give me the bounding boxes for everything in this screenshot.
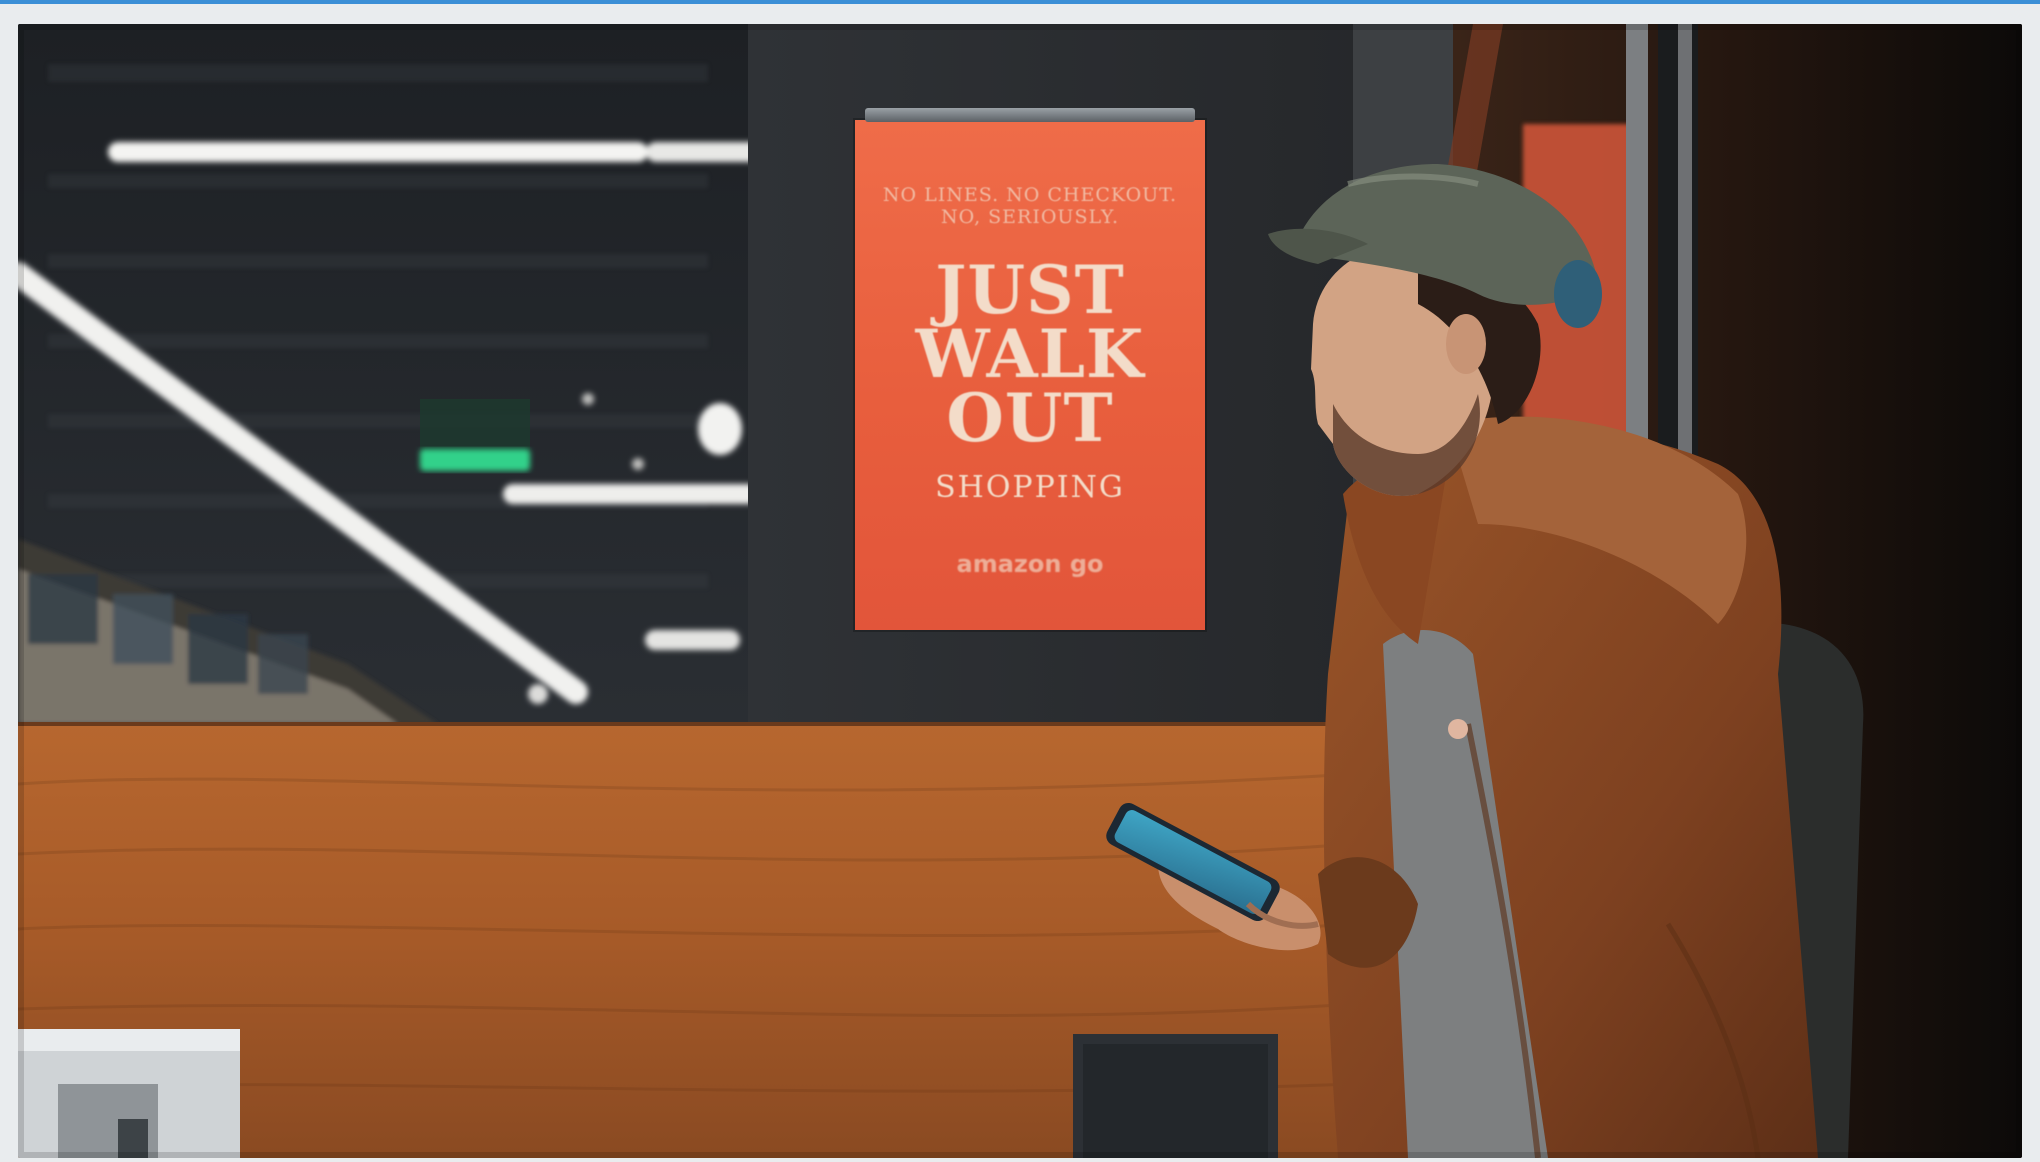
just-walk-out-poster: NO LINES. NO CHECKOUT. NO, SERIOUSLY. JU… [855,108,1205,630]
poster-line-walk: WALK [915,315,1145,393]
poster-rail [865,108,1195,122]
poster-line-shopping: SHOPPING [935,470,1125,505]
exit-sign-icon [420,399,530,471]
poster-line-just: JUST [935,251,1125,329]
poster-brand-logo: amazon go [956,550,1104,578]
poster-tagline: NO LINES. NO CHECKOUT. NO, SERIOUSLY. [882,184,1178,228]
store-entrance-photo: NO LINES. NO CHECKOUT. NO, SERIOUSLY. JU… [18,24,2022,1158]
image-frame: NO LINES. NO CHECKOUT. NO, SERIOUSLY. JU… [0,0,2040,1162]
poster-line-out: OUT [946,379,1114,457]
